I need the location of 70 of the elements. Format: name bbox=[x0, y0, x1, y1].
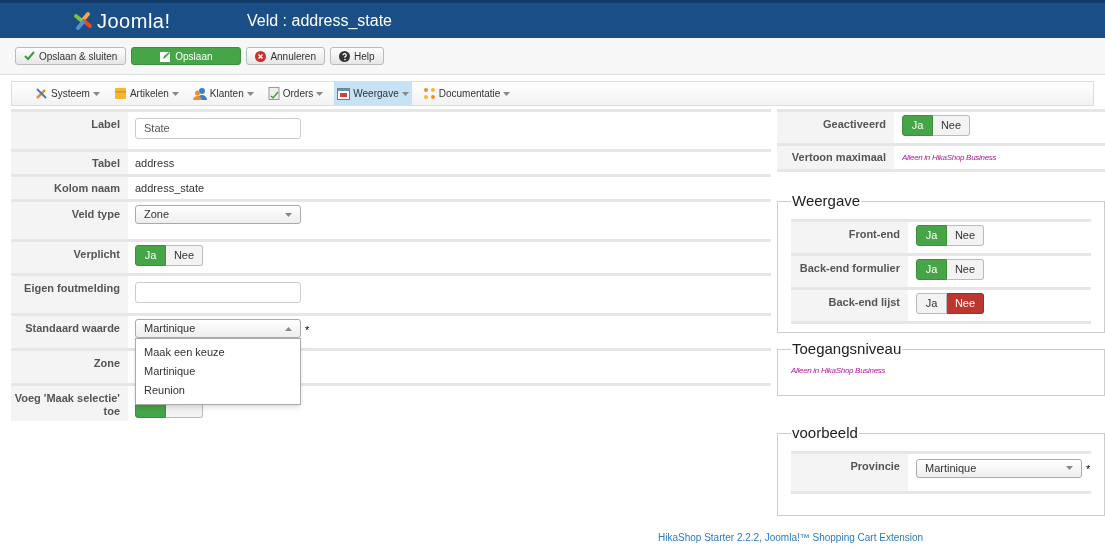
footer-link[interactable]: HikaShop Starter 2.2.2, Joomla!™ Shopping Cart Extension bbox=[658, 532, 924, 543]
no-toggle[interactable]: Nee bbox=[166, 245, 203, 266]
text-field[interactable] bbox=[135, 281, 301, 303]
no-toggle[interactable]: Nee bbox=[933, 115, 970, 136]
menu-item[interactable]: Systeem bbox=[32, 82, 103, 105]
menu-item[interactable]: Documentatie bbox=[419, 82, 514, 105]
caret-icon bbox=[246, 91, 254, 96]
field-value: address_state bbox=[135, 180, 205, 196]
field-label: Verplicht bbox=[73, 248, 120, 260]
caret-icon bbox=[401, 91, 409, 96]
menu-item[interactable]: Artikelen bbox=[110, 82, 182, 105]
caret-icon bbox=[316, 91, 324, 96]
folder-icon bbox=[113, 87, 127, 100]
field-label: Standaard waarde bbox=[25, 322, 120, 334]
note-text: Alleen in HikaShop Business bbox=[791, 364, 887, 377]
field-label: Provincie bbox=[850, 459, 900, 472]
toolbar-button[interactable]: Opslaan & sluiten bbox=[15, 47, 127, 65]
field-label: Tabel bbox=[92, 156, 120, 170]
logo-icon bbox=[72, 9, 94, 32]
no-toggle[interactable]: Nee bbox=[947, 258, 984, 280]
edit-icon bbox=[160, 50, 172, 62]
dropdown-option[interactable]: Maak een keuze bbox=[136, 343, 300, 362]
field-label: Veld type bbox=[71, 208, 120, 220]
select-field[interactable]: Zone bbox=[135, 205, 301, 224]
tools-icon bbox=[35, 87, 48, 100]
required-mark: * bbox=[305, 322, 310, 338]
caret-icon bbox=[92, 91, 100, 96]
note-text: Alleen in HikaShop Business bbox=[902, 151, 997, 164]
field-label: Back-end formulier bbox=[799, 261, 900, 274]
no-toggle[interactable]: Nee bbox=[947, 224, 984, 246]
menu-item[interactable]: Orders bbox=[264, 82, 327, 105]
field-label: Kolom naam bbox=[54, 181, 120, 195]
field-label: Back-end lijst bbox=[828, 295, 900, 308]
menu-item[interactable]: Klanten bbox=[189, 82, 257, 105]
required-mark: * bbox=[1086, 462, 1091, 477]
caret-icon bbox=[285, 326, 292, 331]
field-label: Front-end bbox=[848, 227, 900, 240]
logo-text: Joomla! bbox=[97, 8, 171, 34]
fieldset-legend: Weergave bbox=[791, 190, 862, 213]
select-field[interactable]: Martinique bbox=[916, 458, 1082, 478]
field-value: address bbox=[135, 155, 175, 171]
select-field[interactable]: Martinique bbox=[135, 319, 301, 338]
dropdown-option[interactable]: Reunion bbox=[136, 381, 300, 400]
users-icon bbox=[192, 87, 207, 100]
window-icon bbox=[337, 87, 351, 100]
fieldset-legend: voorbeeld bbox=[791, 422, 859, 445]
cancel-icon bbox=[255, 50, 267, 62]
toolbar-button[interactable]: Help bbox=[330, 47, 384, 65]
field-label: Geactiveerd bbox=[823, 118, 886, 130]
menu-item[interactable]: Weergave bbox=[334, 82, 412, 105]
caret-icon bbox=[285, 212, 292, 217]
help-icon bbox=[339, 50, 350, 62]
dots-icon bbox=[422, 87, 436, 100]
fieldset-legend: Toegangsniveau bbox=[791, 338, 903, 361]
page-title: Veld : address_state bbox=[247, 10, 392, 31]
document-icon bbox=[267, 87, 280, 100]
yes-toggle[interactable]: Ja bbox=[916, 292, 947, 314]
dropdown-option[interactable]: Martinique bbox=[136, 362, 300, 381]
field-label: Eigen foutmelding bbox=[24, 282, 120, 294]
field-label: Voeg 'Maak selectie' toe bbox=[14, 392, 120, 417]
toolbar-button[interactable]: Annuleren bbox=[246, 47, 325, 65]
caret-icon bbox=[171, 91, 179, 96]
no-toggle[interactable]: Nee bbox=[947, 292, 984, 314]
field-label: Vertoon maximaal bbox=[791, 151, 886, 164]
caret-icon bbox=[1066, 466, 1073, 470]
caret-icon bbox=[503, 91, 511, 96]
field-label: Label bbox=[91, 118, 120, 130]
check-icon bbox=[24, 51, 35, 61]
field-label: Zone bbox=[93, 357, 120, 369]
text-field[interactable]: State bbox=[135, 117, 301, 139]
